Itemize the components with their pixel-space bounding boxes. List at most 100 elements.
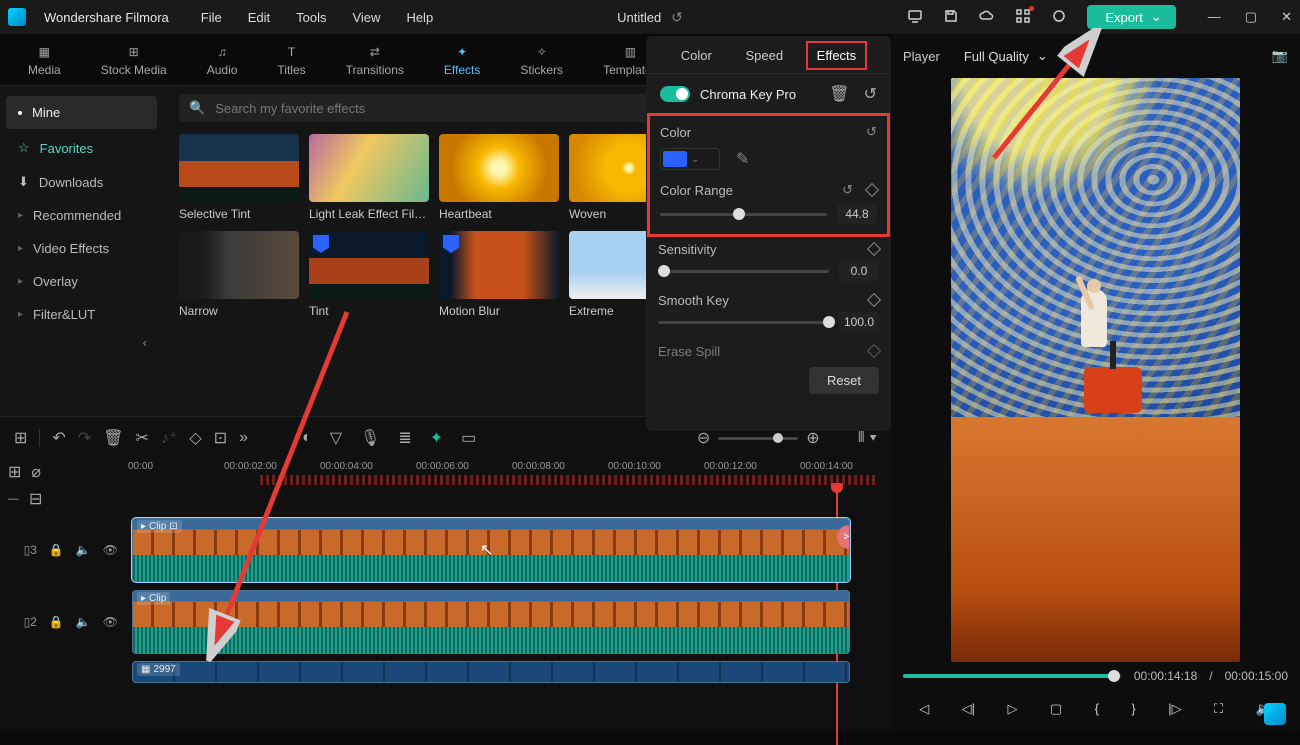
reset-range-icon[interactable]: ↺: [842, 182, 853, 198]
effect-thumb[interactable]: Motion Blur: [439, 231, 559, 318]
sensitivity-slider[interactable]: [658, 270, 829, 273]
aspect-button[interactable]: ▭: [461, 428, 476, 448]
undo-button[interactable]: ↶: [52, 428, 65, 448]
timeline-ruler[interactable]: 00:0000:00:02:0000:00:04:0000:00:06:0000…: [128, 459, 891, 485]
menu-view[interactable]: View: [352, 10, 380, 25]
menu-help[interactable]: Help: [406, 10, 433, 25]
effect-toggle[interactable]: [660, 86, 690, 102]
lock-icon[interactable]: 🔒: [49, 615, 64, 629]
step-back-button[interactable]: ◁|: [962, 701, 975, 717]
mark-out-button[interactable]: }: [1131, 701, 1135, 716]
eyedropper-icon[interactable]: ✎: [736, 149, 749, 169]
inspector-tab-effects[interactable]: Effects: [811, 46, 863, 65]
delete-button[interactable]: 🗑: [103, 428, 123, 448]
prev-clip-button[interactable]: ◁: [919, 701, 929, 717]
track-options-icon[interactable]: ⊞: [8, 462, 21, 482]
tag-button[interactable]: ◇: [189, 428, 201, 448]
smooth-slider[interactable]: [658, 321, 829, 324]
effect-thumb[interactable]: Narrow: [179, 231, 299, 318]
color-range-value[interactable]: 44.8: [837, 204, 877, 224]
mute-icon[interactable]: 🔈: [76, 543, 91, 557]
delete-effect-icon[interactable]: 🗑: [829, 84, 849, 104]
tab-stickers[interactable]: ✧Stickers: [520, 43, 563, 77]
render-button[interactable]: ◐: [302, 429, 312, 447]
scrub-slider[interactable]: [903, 674, 1122, 678]
quality-dropdown[interactable]: Full Quality ⌄: [964, 48, 1048, 64]
timeline-clip[interactable]: ▸Clip: [132, 590, 850, 654]
inspector-tab-color[interactable]: Color: [675, 46, 718, 65]
visibility-icon[interactable]: 👁: [103, 615, 118, 629]
music-button[interactable]: ♪⁺: [161, 428, 177, 448]
ai-icon[interactable]: [1051, 8, 1067, 27]
apps-icon[interactable]: [1015, 8, 1031, 27]
voiceover-button[interactable]: 🎙: [360, 428, 380, 448]
mute-icon[interactable]: 🔈: [76, 615, 91, 629]
mark-in-button[interactable]: {: [1095, 701, 1099, 716]
crop-button[interactable]: ⊡: [214, 428, 227, 448]
color-range-slider[interactable]: [660, 213, 827, 216]
save-icon[interactable]: [943, 8, 959, 27]
grid-icon[interactable]: ⊞: [14, 428, 27, 448]
menu-file[interactable]: File: [201, 10, 222, 25]
reset-effect-icon[interactable]: ↺: [864, 84, 877, 104]
marker-button[interactable]: ▽: [330, 428, 342, 448]
color-picker[interactable]: ⌄: [660, 148, 720, 170]
timeline-view-button[interactable]: ⦀ ▾: [858, 429, 877, 447]
sidebar-item-recommended[interactable]: ▸Recommended: [0, 199, 163, 232]
inspector-tab-speed[interactable]: Speed: [739, 46, 789, 65]
menu-edit[interactable]: Edit: [248, 10, 270, 25]
effect-thumb[interactable]: Heartbeat: [439, 134, 559, 221]
cloud-icon[interactable]: [979, 8, 995, 27]
sidebar-item-favorites[interactable]: ☆Favorites: [0, 131, 163, 165]
tab-effects[interactable]: ✦Effects: [444, 43, 480, 77]
reset-color-icon[interactable]: ↺: [866, 124, 877, 140]
sidebar-item-overlay[interactable]: ▸Overlay: [0, 265, 163, 298]
maximize-button[interactable]: ▢: [1245, 9, 1257, 25]
step-fwd-button[interactable]: |▷: [1168, 701, 1181, 717]
timeline-clip[interactable]: ▸Clip⊡ ✂: [132, 518, 850, 582]
keyframe-icon[interactable]: [867, 293, 881, 307]
sidebar-item-downloads[interactable]: ⬇Downloads: [0, 165, 163, 199]
tab-stock-media[interactable]: ⊞Stock Media: [101, 43, 167, 77]
zoom-slider[interactable]: [718, 437, 798, 440]
smooth-value[interactable]: 100.0: [839, 312, 879, 332]
play-button[interactable]: ▷: [1007, 701, 1017, 717]
sidebar-item-filter-lut[interactable]: ▸Filter&LUT: [0, 298, 163, 331]
zoom-out-button[interactable]: ⊖: [697, 428, 710, 448]
minimize-button[interactable]: —: [1208, 9, 1221, 25]
more-tools-button[interactable]: »: [239, 429, 248, 447]
effect-thumb[interactable]: Tint: [309, 231, 429, 318]
keyframe-icon[interactable]: [867, 344, 881, 358]
unlink-icon[interactable]: ⌀: [31, 462, 41, 482]
export-button[interactable]: Export ⌄: [1087, 5, 1175, 29]
effect-thumb[interactable]: Selective Tint: [179, 134, 299, 221]
auto-button[interactable]: ✦: [430, 428, 443, 448]
desktop-icon[interactable]: [907, 8, 923, 27]
keyframe-icon[interactable]: [867, 242, 881, 256]
snapshot-button[interactable]: 📷: [1272, 48, 1288, 64]
history-icon[interactable]: ↺: [671, 9, 683, 26]
lock-icon[interactable]: 🔒: [49, 543, 64, 557]
zoom-in-button[interactable]: ⊕: [806, 428, 819, 448]
visibility-icon[interactable]: 👁: [103, 543, 118, 557]
tab-audio[interactable]: ♫Audio: [207, 43, 238, 77]
timeline-clip[interactable]: ▦2997: [132, 661, 850, 683]
close-button[interactable]: ✕: [1281, 9, 1292, 25]
effect-thumb[interactable]: Light Leak Effect Filter...: [309, 134, 429, 221]
mixer-button[interactable]: ≣: [398, 428, 411, 448]
stop-button[interactable]: ▢: [1050, 701, 1062, 717]
reset-button[interactable]: Reset: [809, 367, 879, 394]
collapse-icon[interactable]: ⊟: [29, 489, 42, 509]
tab-media[interactable]: ▦Media: [28, 43, 61, 77]
preview-canvas[interactable]: [951, 78, 1240, 662]
sensitivity-value[interactable]: 0.0: [839, 261, 879, 281]
fullscreen-button[interactable]: ⛶: [1214, 701, 1223, 717]
tab-titles[interactable]: TTitles: [277, 43, 305, 77]
sidebar-item-video-effects[interactable]: ▸Video Effects: [0, 232, 163, 265]
cut-button[interactable]: ✂: [136, 428, 149, 448]
redo-button[interactable]: ↷: [78, 428, 91, 448]
sidebar-collapse-button[interactable]: ‹: [0, 331, 163, 354]
menu-tools[interactable]: Tools: [296, 10, 326, 25]
sidebar-item-mine[interactable]: Mine: [6, 96, 157, 129]
keyframe-icon[interactable]: [865, 182, 879, 196]
